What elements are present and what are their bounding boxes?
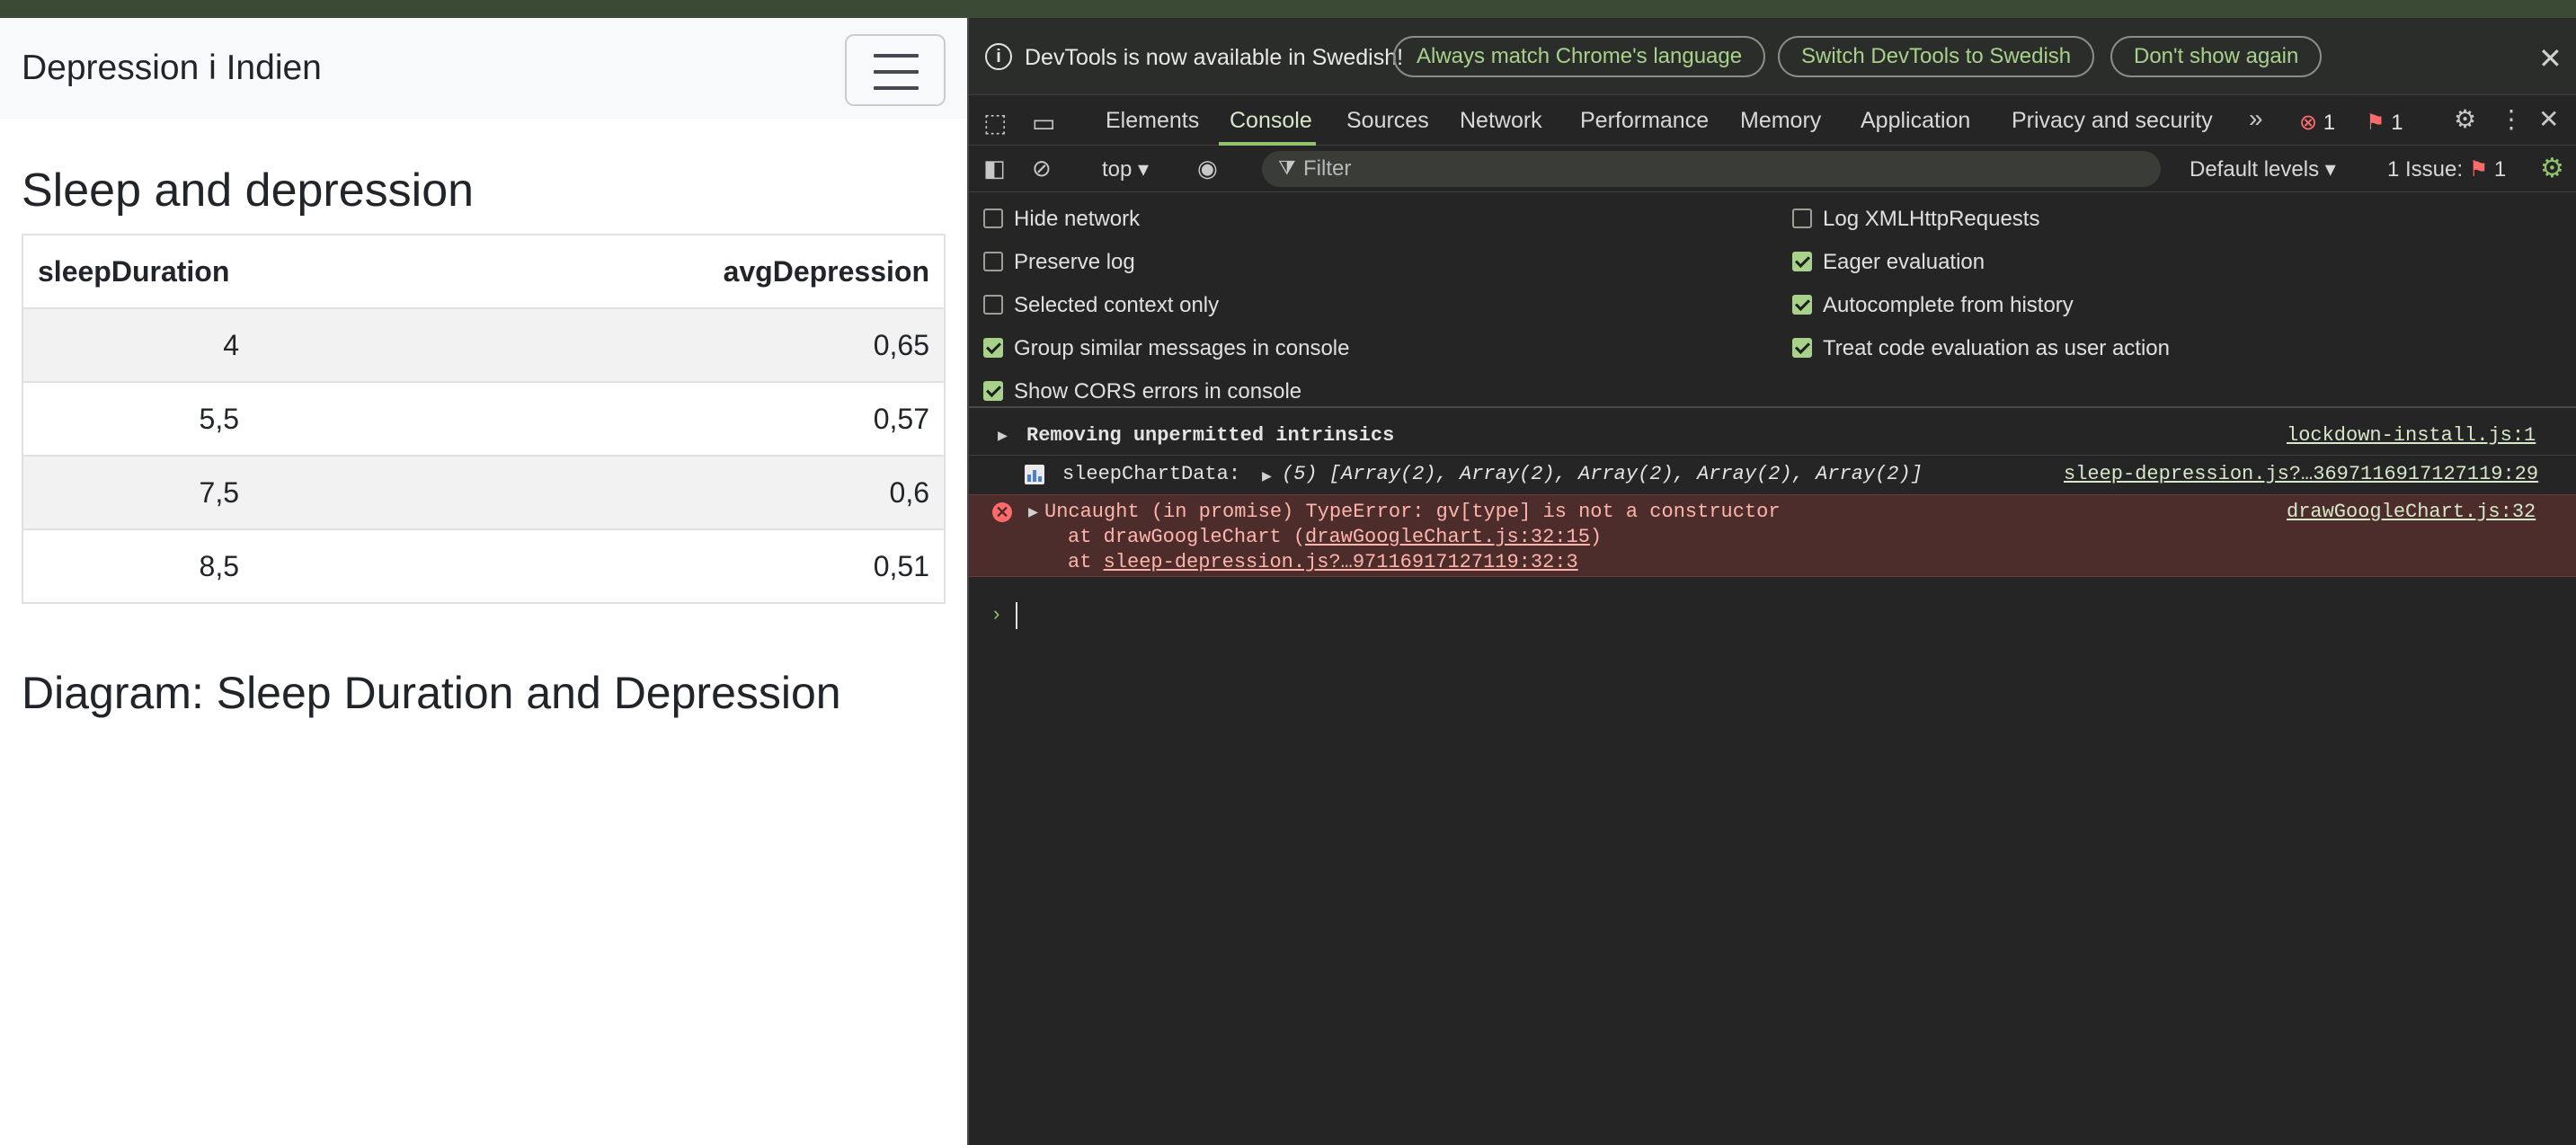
console-message[interactable]: ▶ Removing unpermitted intrinsics lockdo… — [969, 417, 2576, 453]
source-link[interactable]: drawGoogleChart.js:32 — [2287, 501, 2536, 523]
column-header-avg-depression: avgDepression — [255, 234, 946, 308]
warning-counter[interactable]: ⚑ 1 — [2366, 110, 2403, 136]
tab-elements[interactable]: Elements — [1106, 108, 1199, 134]
checkbox-checked[interactable] — [1792, 295, 1812, 315]
checkbox[interactable] — [983, 209, 1003, 228]
filter-input[interactable] — [1303, 154, 2112, 184]
hamburger-icon — [874, 54, 919, 58]
table-cell: 0,65 — [255, 307, 946, 382]
array-preview[interactable]: (5) [Array(2), Array(2), Array(2), Array… — [1282, 463, 1923, 485]
tab-privacy-security[interactable]: Privacy and security — [2012, 108, 2213, 134]
navbar-toggler-button[interactable] — [845, 34, 946, 106]
table-row: 5,5 0,57 — [22, 381, 946, 456]
tab-performance[interactable]: Performance — [1580, 108, 1709, 134]
issues-button[interactable]: 1 Issue: ⚑ 1 — [2387, 156, 2506, 182]
dont-show-again-button[interactable]: Don't show again — [2110, 36, 2323, 77]
error-icon: ⊗ — [2299, 111, 2318, 135]
web-page: Depression i Indien Sleep and depression… — [0, 18, 967, 1145]
issue-flag-icon: ⚑ — [2366, 111, 2385, 135]
sleep-depression-table: sleepDuration avgDepression 4 0,65 5,5 0… — [22, 234, 946, 604]
tab-sources[interactable]: Sources — [1346, 108, 1429, 134]
table-cell: 0,6 — [255, 455, 946, 529]
console-input[interactable] — [1016, 602, 1017, 629]
tab-application[interactable]: Application — [1861, 108, 1970, 134]
navbar-brand[interactable]: Depression i Indien — [22, 49, 322, 88]
filter-icon: ⧩ — [1278, 156, 1296, 179]
settings-gear-icon[interactable]: ⚙ — [2454, 104, 2476, 134]
table-cell: 0,57 — [255, 381, 946, 456]
table-row: 8,5 0,51 — [22, 528, 946, 604]
checkbox[interactable] — [983, 295, 1003, 315]
table-row: 7,5 0,6 — [22, 455, 946, 529]
close-icon[interactable]: ✕ — [2538, 41, 2563, 75]
stack-frame: at drawGoogleChart (drawGoogleChart.js:3… — [1068, 526, 1603, 548]
chart-icon — [1025, 465, 1044, 484]
infobar-message: DevTools is now available in Swedish! — [1025, 45, 1404, 70]
table-cell: 0,51 — [255, 528, 946, 604]
filter-box: ⧩ — [1262, 151, 2161, 187]
table-cell: 7,5 — [22, 455, 255, 529]
checkbox-checked[interactable] — [1792, 338, 1812, 358]
source-link[interactable]: lockdown-install.js:1 — [2287, 424, 2536, 447]
table-cell: 4 — [22, 307, 255, 382]
stack-link[interactable]: drawGoogleChart.js:32:15 — [1305, 526, 1590, 548]
context-selector[interactable]: top ▾ — [1102, 156, 1149, 182]
always-match-language-button[interactable]: Always match Chrome's language — [1393, 36, 1766, 77]
info-icon: i — [985, 43, 1012, 70]
issue-flag-icon: ⚑ — [2468, 157, 2489, 182]
table-cell: 5,5 — [22, 381, 255, 456]
console-output: ▶ Removing unpermitted intrinsics lockdo… — [969, 410, 2576, 1145]
clear-console-icon[interactable]: ⊘ — [1032, 155, 1052, 182]
console-error-message[interactable]: ✕ ▶ Uncaught (in promise) TypeError: gv[… — [969, 494, 2576, 577]
more-options-icon[interactable]: ⋮ — [2499, 104, 2524, 134]
expand-triangle-icon[interactable]: ▶ — [1262, 466, 1272, 486]
expand-triangle-icon[interactable]: ▶ — [998, 426, 1008, 446]
sidebar-toggle-icon[interactable]: ◧ — [983, 155, 1006, 182]
tab-memory[interactable]: Memory — [1740, 108, 1821, 134]
checkbox[interactable] — [983, 252, 1003, 271]
console-toolbar: ◧ ⊘ top ▾ ◉ ⧩ Default levels ▾ 1 Issue: … — [969, 146, 2576, 192]
language-infobar: i DevTools is now available in Swedish! … — [969, 18, 2576, 95]
devtools-panel: i DevTools is now available in Swedish! … — [967, 18, 2576, 1145]
console-settings-pane: Hide network Preserve log Selected conte… — [969, 192, 2576, 408]
log-levels-dropdown[interactable]: Default levels ▾ — [2190, 156, 2336, 182]
stack-link[interactable]: sleep-depression.js?…97116917127119:32:3 — [1104, 551, 1578, 573]
window-top-strip — [0, 0, 2576, 18]
more-tabs-chevron-icon[interactable]: » — [2249, 104, 2263, 133]
column-header-sleep-duration: sleepDuration — [22, 234, 255, 308]
console-settings-gear-icon[interactable]: ⚙ — [2540, 153, 2564, 184]
tab-network[interactable]: Network — [1460, 108, 1542, 134]
error-counter[interactable]: ⊗ 1 — [2299, 110, 2335, 136]
diagram-heading: Diagram: Sleep Duration and Depression — [22, 668, 841, 718]
checkbox-checked[interactable] — [983, 381, 1003, 401]
table-header-row: sleepDuration avgDepression — [22, 234, 946, 308]
stack-frame: at sleep-depression.js?…97116917127119:3… — [1068, 551, 1578, 573]
error-icon: ✕ — [992, 502, 1012, 522]
checkbox-checked[interactable] — [983, 338, 1003, 358]
console-message[interactable]: sleepChartData: ▶ (5) [Array(2), Array(2… — [969, 455, 2576, 491]
table-cell: 8,5 — [22, 528, 255, 604]
device-toolbar-icon[interactable]: ▭ — [1032, 108, 1055, 138]
table-row: 4 0,65 — [22, 307, 946, 382]
navbar: Depression i Indien — [0, 18, 967, 119]
inspect-element-icon[interactable]: ⬚ — [983, 108, 1007, 138]
devtools-tabbar: ⬚ ▭ Elements Console Sources Network Per… — [969, 95, 2576, 146]
page-title: Sleep and depression — [22, 164, 475, 217]
live-expression-eye-icon[interactable]: ◉ — [1197, 155, 1218, 182]
console-prompt-chevron-icon: › — [990, 604, 1003, 626]
switch-to-swedish-button[interactable]: Switch DevTools to Swedish — [1778, 36, 2095, 77]
tab-console[interactable]: Console — [1230, 108, 1312, 134]
close-devtools-icon[interactable]: ✕ — [2538, 104, 2559, 134]
expand-triangle-icon[interactable]: ▶ — [1028, 502, 1038, 522]
checkbox-checked[interactable] — [1792, 252, 1812, 271]
checkbox[interactable] — [1792, 209, 1812, 228]
source-link[interactable]: sleep-depression.js?…3697116917127119:29 — [2064, 463, 2538, 485]
